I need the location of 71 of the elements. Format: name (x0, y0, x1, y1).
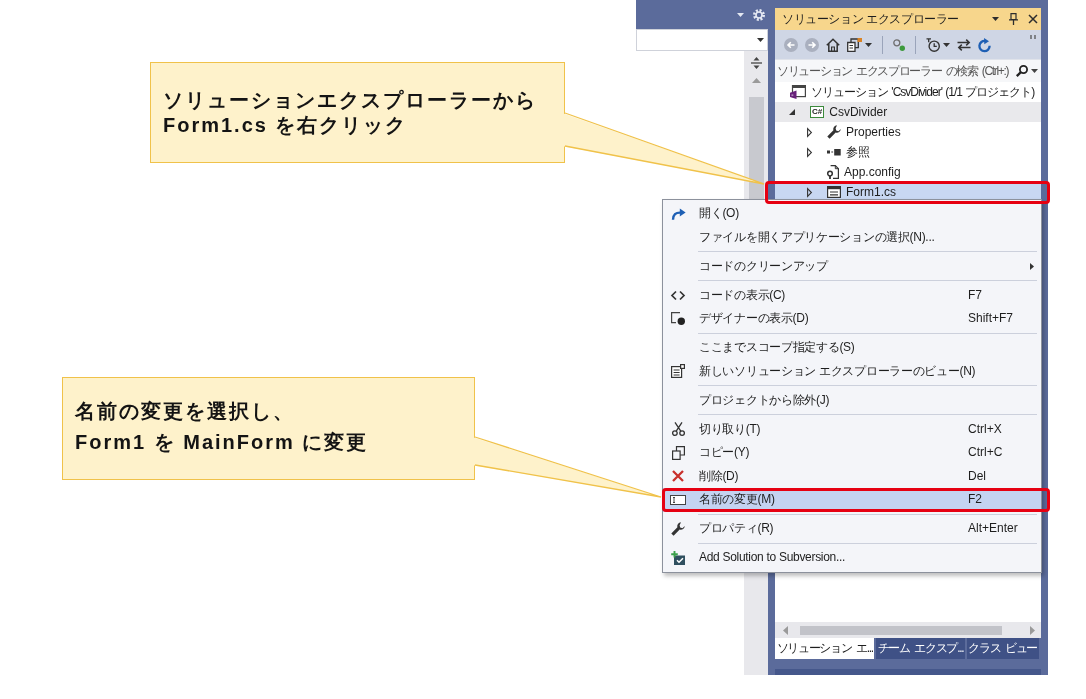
caret-icon[interactable] (1031, 69, 1038, 73)
tree-item[interactable]: 参照 (775, 142, 1041, 162)
menu-item[interactable]: 切り取り(T) Ctrl+X (663, 417, 1041, 441)
caret-icon[interactable] (992, 17, 999, 21)
splitter-icon[interactable] (750, 57, 762, 69)
tab[interactable]: クラス ビュー (966, 638, 1039, 659)
copy-icon (671, 445, 685, 460)
shortcut-text: Alt+Enter (968, 521, 1018, 537)
search-icon[interactable] (1016, 65, 1028, 77)
linked-squares-icon (827, 148, 841, 156)
refresh-icon[interactable] (978, 37, 991, 52)
tree-item[interactable]: App.config (775, 162, 1041, 182)
menu-item[interactable]: コードのクリーンアップ (663, 254, 1041, 278)
menu-item[interactable]: 開く(O) (663, 202, 1041, 226)
expander-icon[interactable] (789, 109, 795, 115)
shortcut-text: Ctrl+X (968, 421, 1002, 437)
settings-icon[interactable] (753, 8, 765, 21)
menu-item[interactable]: ファイルを開くアプリケーションの選択(N)... (663, 225, 1041, 249)
panel-title: ソリューション エクスプローラー (782, 11, 959, 27)
code-brackets-icon (671, 290, 685, 300)
dropdown-field[interactable] (636, 29, 768, 51)
search-field[interactable]: ソリューション エクスプローラー の検索 (Ctrl+:) (775, 59, 1041, 82)
caret-icon[interactable] (943, 42, 950, 47)
clock-icon[interactable] (926, 37, 940, 52)
shortcut-text: F7 (968, 287, 982, 303)
tree-item[interactable]: ソリューション 'CsvDivider' (1/1 プロジェクト) (775, 82, 1041, 102)
pin-icon[interactable] (1009, 13, 1018, 25)
wrench-icon (827, 125, 841, 139)
tree-item[interactable]: C# CsvDivider (775, 102, 1041, 122)
callout-text: 名前の変更を選択し、 Form1 を MainForm に変更 (75, 399, 370, 455)
solution-icon (790, 85, 806, 99)
curved-arrow-icon (670, 207, 686, 220)
menu-item[interactable]: 削除(D) Del (663, 464, 1041, 488)
swap-arrows-icon[interactable] (957, 38, 971, 51)
menu-item[interactable]: 新しいソリューション エクスプローラーのビュー(N) (663, 359, 1041, 383)
close-icon[interactable] (1028, 14, 1038, 24)
shortcut-text: Shift+F7 (968, 311, 1014, 327)
expander-icon[interactable] (806, 147, 812, 157)
menu-item[interactable]: デザイナーの表示(D) Shift+F7 (663, 307, 1041, 331)
form-window-icon (671, 312, 685, 326)
tree-item[interactable]: Properties (775, 122, 1041, 142)
expander-icon[interactable] (806, 127, 812, 137)
language-badge: C# (810, 106, 825, 118)
config-file-icon (827, 165, 839, 179)
menu-item[interactable]: コピー(Y) Ctrl+C (663, 441, 1041, 465)
expander-icon[interactable] (806, 187, 812, 197)
menu-item[interactable]: プロパティ(R) Alt+Enter (663, 517, 1041, 541)
caret-icon[interactable] (757, 38, 764, 42)
documents-icon[interactable] (847, 37, 862, 52)
caret-icon[interactable] (865, 42, 872, 47)
menu-item[interactable]: プロジェクトから除外(J) (663, 388, 1041, 412)
scrollbar[interactable] (775, 622, 1041, 638)
scissors-icon (671, 422, 685, 437)
add-box-icon (671, 550, 685, 565)
windows-icon (671, 364, 685, 379)
menu-item[interactable]: Add Solution to Subversion... (663, 546, 1041, 570)
rename-icon (670, 494, 686, 505)
dot-icon[interactable] (893, 38, 905, 51)
delete-icon (672, 470, 684, 483)
callout-text: ソリューションエクスプローラーから Form1.cs を右クリック (163, 88, 538, 138)
shortcut-text: Ctrl+C (968, 445, 1003, 461)
scrollbar-thumb[interactable] (800, 625, 1002, 635)
menu-item[interactable]: ここまでスコープ指定する(S) (663, 336, 1041, 360)
shortcut-text: Del (968, 468, 986, 484)
menu-item[interactable]: コードの表示(C) F7 (663, 283, 1041, 307)
home-icon[interactable] (826, 37, 840, 52)
overflow-icon[interactable] (1030, 35, 1036, 39)
wrench-icon (671, 521, 685, 536)
tab[interactable]: ソリューション エ... (775, 638, 875, 659)
tab[interactable]: チーム エクスプ... (876, 638, 965, 659)
shortcut-text: F2 (968, 492, 982, 508)
